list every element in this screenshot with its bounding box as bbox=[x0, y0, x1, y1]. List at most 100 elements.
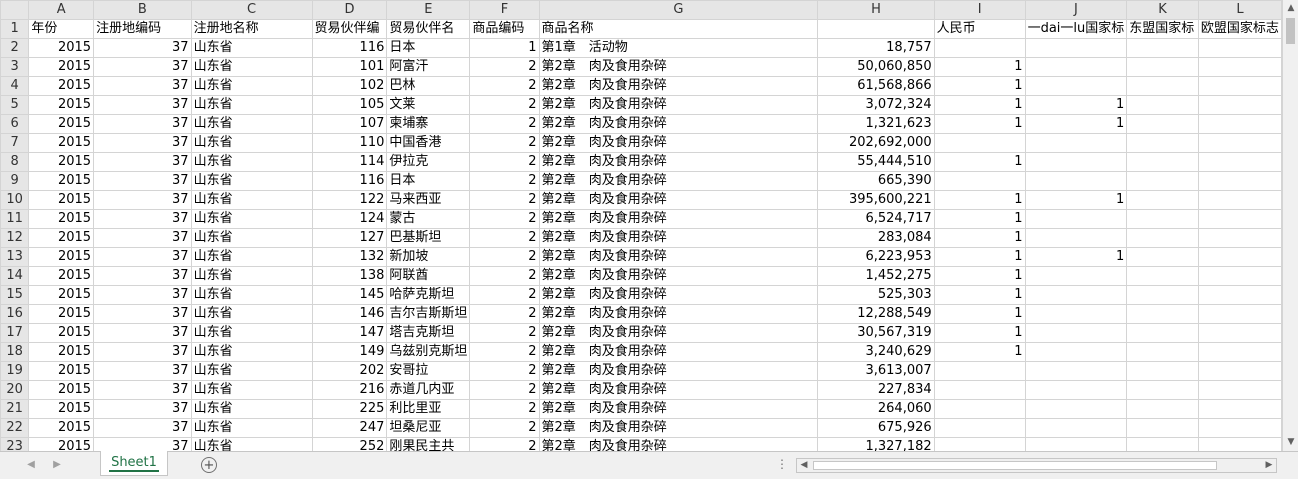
cell[interactable]: 第2章 肉及食用杂碎 bbox=[538, 190, 819, 210]
cell[interactable] bbox=[1126, 76, 1199, 96]
cell[interactable]: 2 bbox=[469, 380, 540, 400]
scroll-right-arrow-icon[interactable]: ▶ bbox=[1262, 459, 1276, 472]
cell[interactable] bbox=[933, 133, 1026, 153]
cell[interactable]: 114 bbox=[311, 152, 388, 172]
cell[interactable] bbox=[1024, 285, 1128, 305]
cell[interactable]: 2015 bbox=[28, 95, 95, 115]
cell[interactable] bbox=[933, 38, 1026, 58]
cell[interactable]: 3,240,629 bbox=[817, 342, 935, 362]
cell[interactable]: 1 bbox=[933, 57, 1026, 77]
cell[interactable]: 202,692,000 bbox=[817, 133, 935, 153]
cell[interactable]: 37 bbox=[93, 114, 192, 134]
cell[interactable] bbox=[1126, 304, 1199, 324]
cell[interactable]: 2015 bbox=[28, 380, 95, 400]
cell[interactable]: 1 bbox=[933, 76, 1026, 96]
cell[interactable] bbox=[1126, 38, 1199, 58]
cell[interactable]: 2 bbox=[469, 418, 540, 438]
cell[interactable]: 50,060,850 bbox=[817, 57, 935, 77]
cell[interactable] bbox=[1126, 266, 1199, 286]
cell[interactable] bbox=[1197, 171, 1282, 191]
cell[interactable]: 安哥拉 bbox=[386, 361, 471, 381]
cell[interactable] bbox=[1126, 95, 1199, 115]
cell[interactable]: 110 bbox=[311, 133, 388, 153]
cell[interactable]: 山东省 bbox=[190, 133, 313, 153]
cell[interactable]: 37 bbox=[93, 152, 192, 172]
cell[interactable]: 文莱 bbox=[386, 95, 471, 115]
cell[interactable]: 注册地名称 bbox=[190, 19, 313, 39]
cell[interactable] bbox=[933, 399, 1026, 419]
cell[interactable] bbox=[1197, 304, 1282, 324]
cell[interactable] bbox=[933, 361, 1026, 381]
cell[interactable]: 2015 bbox=[28, 57, 95, 77]
cell[interactable]: 2 bbox=[469, 114, 540, 134]
cell[interactable]: 2015 bbox=[28, 342, 95, 362]
cell[interactable] bbox=[1126, 152, 1199, 172]
cell[interactable]: 124 bbox=[311, 209, 388, 229]
tab-splitter-icon[interactable]: ⋮ bbox=[776, 457, 789, 471]
cell[interactable] bbox=[933, 380, 1026, 400]
cell[interactable]: 山东省 bbox=[190, 399, 313, 419]
cell[interactable]: 塔吉克斯坦 bbox=[386, 323, 471, 343]
cell[interactable]: 1 bbox=[933, 304, 1026, 324]
cell[interactable]: 665,390 bbox=[817, 171, 935, 191]
cell[interactable] bbox=[1197, 323, 1282, 343]
cell[interactable]: 2015 bbox=[28, 152, 95, 172]
cell[interactable]: 2015 bbox=[28, 209, 95, 229]
cell[interactable]: 山东省 bbox=[190, 342, 313, 362]
cell[interactable]: 1 bbox=[933, 209, 1026, 229]
cell[interactable]: 伊拉克 bbox=[386, 152, 471, 172]
row-header[interactable]: 1 bbox=[0, 19, 30, 39]
cell[interactable] bbox=[1197, 133, 1282, 153]
cell[interactable]: 2015 bbox=[28, 228, 95, 248]
cell[interactable]: 37 bbox=[93, 190, 192, 210]
cell[interactable]: 12,288,549 bbox=[817, 304, 935, 324]
cell[interactable]: 138 bbox=[311, 266, 388, 286]
cell[interactable]: 2015 bbox=[28, 76, 95, 96]
cell[interactable]: 2015 bbox=[28, 304, 95, 324]
cell[interactable]: 1 bbox=[933, 247, 1026, 267]
row-header[interactable]: 2 bbox=[0, 38, 30, 58]
cell[interactable] bbox=[1024, 323, 1128, 343]
cell[interactable]: 2 bbox=[469, 361, 540, 381]
cell[interactable]: 第2章 肉及食用杂碎 bbox=[538, 76, 819, 96]
cell[interactable] bbox=[1197, 38, 1282, 58]
row-header[interactable]: 23 bbox=[0, 437, 30, 451]
scroll-up-arrow-icon[interactable]: ▲ bbox=[1283, 0, 1298, 16]
cell[interactable] bbox=[1126, 399, 1199, 419]
cell[interactable]: 日本 bbox=[386, 171, 471, 191]
cell[interactable] bbox=[1197, 57, 1282, 77]
cell[interactable]: 395,600,221 bbox=[817, 190, 935, 210]
cell[interactable] bbox=[1126, 57, 1199, 77]
cell[interactable]: 阿富汗 bbox=[386, 57, 471, 77]
cell[interactable]: 2 bbox=[469, 76, 540, 96]
cell[interactable]: 人民币 bbox=[933, 19, 1026, 39]
cell[interactable]: 第2章 肉及食用杂碎 bbox=[538, 247, 819, 267]
cell[interactable]: 1 bbox=[933, 323, 1026, 343]
cell[interactable] bbox=[1126, 361, 1199, 381]
cell[interactable]: 145 bbox=[311, 285, 388, 305]
cell[interactable]: 第2章 肉及食用杂碎 bbox=[538, 399, 819, 419]
cell[interactable]: 山东省 bbox=[190, 95, 313, 115]
cell[interactable]: 第2章 肉及食用杂碎 bbox=[538, 266, 819, 286]
column-header-g[interactable]: G bbox=[538, 0, 819, 20]
cell[interactable] bbox=[1197, 247, 1282, 267]
cell[interactable]: 122 bbox=[311, 190, 388, 210]
cell[interactable]: 101 bbox=[311, 57, 388, 77]
cell[interactable]: 2015 bbox=[28, 437, 95, 451]
row-header[interactable]: 10 bbox=[0, 190, 30, 210]
column-header-f[interactable]: F bbox=[469, 0, 540, 20]
cell[interactable]: 2 bbox=[469, 57, 540, 77]
cell[interactable]: 新加坡 bbox=[386, 247, 471, 267]
cell[interactable]: 283,084 bbox=[817, 228, 935, 248]
cell[interactable]: 216 bbox=[311, 380, 388, 400]
cell[interactable]: 2 bbox=[469, 285, 540, 305]
row-header[interactable]: 11 bbox=[0, 209, 30, 229]
column-header-k[interactable]: K bbox=[1126, 0, 1199, 20]
cell[interactable]: 1 bbox=[933, 190, 1026, 210]
cell[interactable]: 146 bbox=[311, 304, 388, 324]
cell[interactable]: 37 bbox=[93, 304, 192, 324]
add-sheet-icon[interactable]: + bbox=[201, 457, 217, 473]
cell[interactable] bbox=[1024, 380, 1128, 400]
row-header[interactable]: 19 bbox=[0, 361, 30, 381]
cell[interactable] bbox=[1126, 380, 1199, 400]
